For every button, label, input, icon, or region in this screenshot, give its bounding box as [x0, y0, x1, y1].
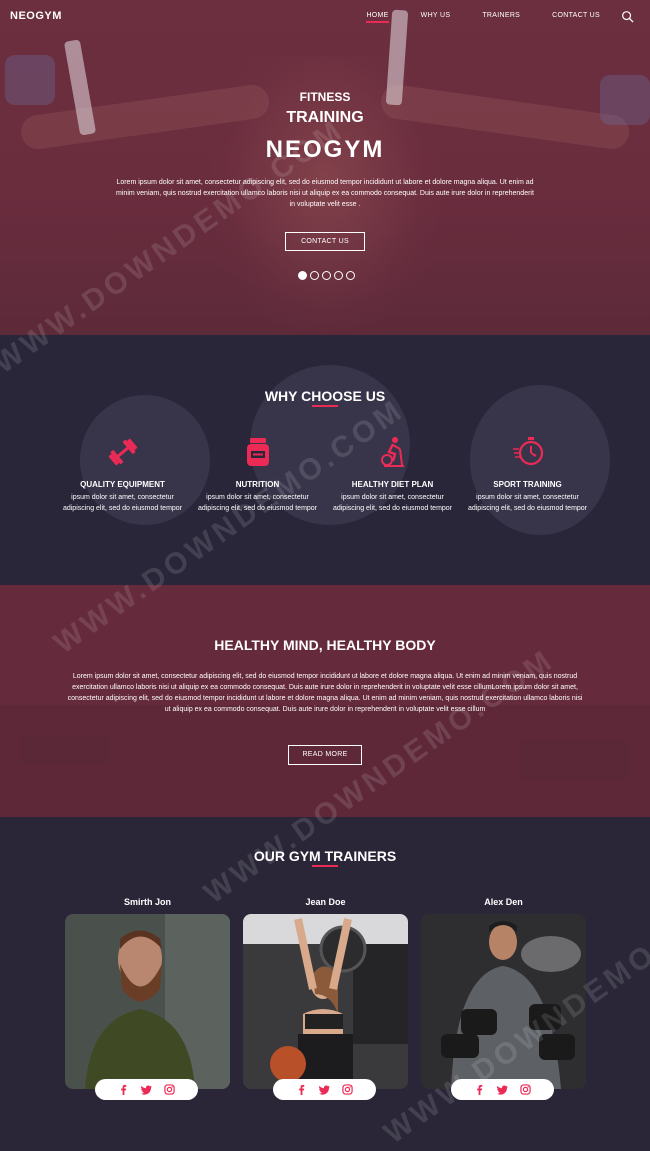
- trainer-name: Jean Doe: [305, 897, 346, 907]
- trainer-photo: [421, 914, 586, 1089]
- read-more-button[interactable]: READ MORE: [288, 745, 362, 765]
- why-choose-us-section: WHY CHOOSE US QUALITY EQUIPMENT ipsum do…: [0, 335, 650, 585]
- section-title: OUR GYM TRAINERS: [253, 848, 397, 864]
- twitter-icon[interactable]: [141, 1084, 152, 1095]
- features-row: QUALITY EQUIPMENT ipsum dolor sit amet, …: [55, 435, 595, 514]
- slider-dot[interactable]: [346, 271, 355, 280]
- trainer-name: Smirth Jon: [123, 897, 171, 907]
- slider-dots: [298, 271, 355, 280]
- slider-dot[interactable]: [310, 271, 319, 280]
- title-underline: [312, 405, 338, 407]
- feature-title: SPORT TRAINING: [493, 480, 562, 489]
- facebook-icon[interactable]: [474, 1084, 485, 1095]
- hero-brand: NEOGYM: [265, 136, 385, 163]
- section-title: HEALTHY MIND, HEALTHY BODY: [214, 637, 436, 653]
- instagram-icon[interactable]: [520, 1084, 531, 1095]
- feature-text: ipsum dolor sit amet, consectetur adipis…: [467, 494, 588, 512]
- supplement-jar-icon: [246, 438, 269, 466]
- feature-item: QUALITY EQUIPMENT ipsum dolor sit amet, …: [55, 435, 190, 514]
- stopwatch-icon: [512, 437, 543, 466]
- feature-title: NUTRITION: [235, 480, 280, 489]
- site-logo[interactable]: NEOGYM: [10, 10, 62, 22]
- hero-section: NEOGYM HOME WHY US TRAINERS CONTACT US F…: [0, 0, 650, 335]
- twitter-icon[interactable]: [497, 1084, 508, 1095]
- slider-dot[interactable]: [322, 271, 331, 280]
- background-gym-image: [20, 735, 110, 765]
- main-menu: HOME WHY US TRAINERS CONTACT US: [334, 12, 600, 23]
- twitter-icon[interactable]: [319, 1084, 330, 1095]
- feature-text: ipsum dolor sit amet, consectetur adipis…: [197, 494, 318, 512]
- nav-trainers[interactable]: TRAINERS: [482, 12, 520, 19]
- hero-kicker: FITNESS: [299, 90, 351, 104]
- nav-contact-us[interactable]: CONTACT US: [552, 12, 600, 19]
- nav-home[interactable]: HOME: [366, 12, 389, 23]
- trainer-photo: [243, 914, 408, 1089]
- dumbbell-icon: [108, 438, 137, 466]
- feature-text: ipsum dolor sit amet, consectetur adipis…: [332, 494, 453, 512]
- nav-why-us[interactable]: WHY US: [421, 12, 451, 19]
- top-navbar: NEOGYM HOME WHY US TRAINERS CONTACT US: [0, 0, 650, 32]
- facebook-icon[interactable]: [118, 1084, 129, 1095]
- feature-item: SPORT TRAINING ipsum dolor sit amet, con…: [460, 435, 595, 514]
- instagram-icon[interactable]: [342, 1084, 353, 1095]
- social-links: [451, 1079, 554, 1100]
- exercise-bike-icon: [380, 437, 404, 467]
- hero-description: Lorem ipsum dolor sit amet, consectetur …: [116, 179, 534, 208]
- hero-title: TRAINING: [286, 109, 364, 126]
- slider-dot[interactable]: [334, 271, 343, 280]
- feature-item: NUTRITION ipsum dolor sit amet, consecte…: [190, 435, 325, 514]
- healthy-mind-section: HEALTHY MIND, HEALTHY BODY Lorem ipsum d…: [0, 585, 650, 817]
- feature-title: QUALITY EQUIPMENT: [80, 480, 165, 489]
- trainers-section: OUR GYM TRAINERS Smirth Jon Jean Doe Ale…: [0, 817, 650, 1151]
- facebook-icon[interactable]: [296, 1084, 307, 1095]
- feature-title: HEALTHY DIET PLAN: [351, 480, 434, 489]
- search-icon[interactable]: [621, 10, 634, 23]
- title-underline: [312, 865, 338, 867]
- slider-dot[interactable]: [298, 271, 307, 280]
- instagram-icon[interactable]: [164, 1084, 175, 1095]
- section-title: WHY CHOOSE US: [264, 388, 386, 404]
- trainer-photo: [65, 914, 230, 1089]
- social-links: [273, 1079, 376, 1100]
- social-links: [95, 1079, 198, 1100]
- mind-description: Lorem ipsum dolor sit amet, consectetur …: [67, 673, 583, 713]
- feature-item: HEALTHY DIET PLAN ipsum dolor sit amet, …: [325, 435, 460, 514]
- background-gym-image: [520, 740, 630, 780]
- feature-text: ipsum dolor sit amet, consectetur adipis…: [62, 494, 183, 512]
- trainer-name: Alex Den: [484, 897, 523, 907]
- contact-us-button[interactable]: CONTACT US: [285, 232, 365, 251]
